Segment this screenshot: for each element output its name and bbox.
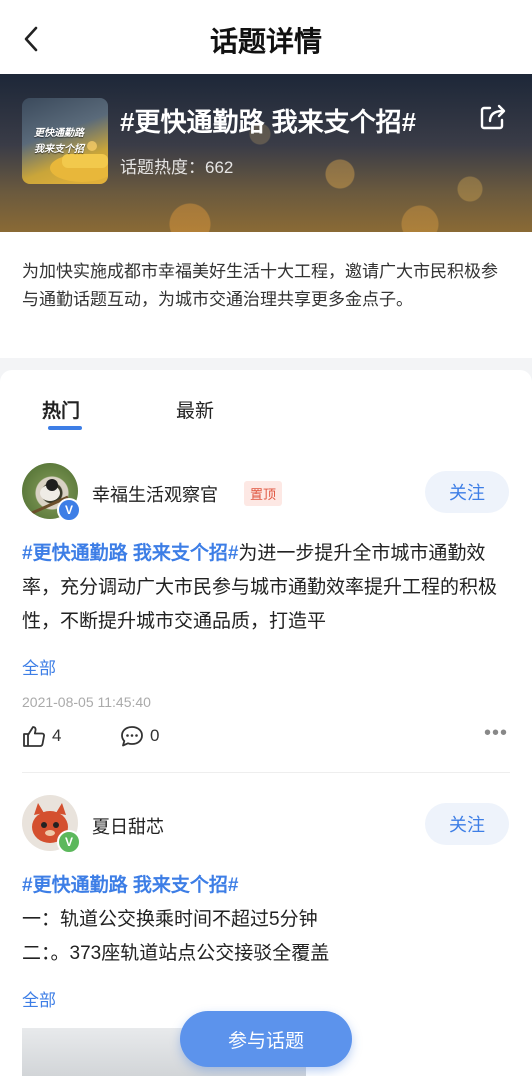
like-count: 4 — [52, 726, 62, 745]
topic-heat: 话题热度：662 — [120, 158, 234, 177]
cover-text-line2: 我来支个招 — [34, 144, 84, 155]
topic-tag-link[interactable]: #更快通勤路 我来支个招# — [22, 875, 238, 896]
comment-icon — [121, 726, 143, 747]
post-content[interactable]: #更快通勤路 我来支个招#为进一步提升全市城市通勤效率，充分调动广大市民参与城市… — [22, 537, 512, 639]
post-time: 2021-08-05 11:45:40 — [22, 694, 151, 710]
comment-button[interactable]: 0 — [120, 725, 159, 747]
share-button[interactable] — [478, 102, 508, 132]
topic-banner: 更快通勤路 我来支个招 #更快通勤路 我来支个招# 话题热度：662 — [0, 74, 532, 232]
post-line: 二：。373座轨道站点公交接驳全覆盖 — [22, 943, 330, 964]
verified-badge: V — [57, 498, 81, 522]
tab-latest[interactable]: 最新 — [176, 396, 214, 423]
username[interactable]: 夏日甜芯 — [92, 813, 164, 839]
topic-title: #更快通勤路 我来支个招# — [120, 107, 417, 137]
username[interactable]: 幸福生活观察官 — [92, 481, 218, 507]
post-divider — [22, 772, 510, 773]
post-content[interactable]: #更快通勤路 我来支个招# 一：轨道公交换乘时间不超过5分钟 二：。373座轨道… — [22, 869, 512, 971]
cover-text-line1: 更快通勤路 — [34, 128, 84, 139]
like-button[interactable]: 4 — [22, 725, 61, 747]
topic-tag-link[interactable]: #更快通勤路 我来支个招# — [22, 543, 238, 564]
post-feed: 热门 最新 V 幸福生活观察官 置顶 关注 #更快通勤路 我来支个招#为进一步提… — [0, 370, 532, 1076]
more-options-icon[interactable]: ••• — [484, 722, 508, 745]
share-icon — [480, 104, 506, 130]
active-tab-indicator — [48, 426, 82, 430]
expand-link[interactable]: 全部 — [22, 654, 56, 679]
thumbs-up-icon — [23, 726, 45, 747]
verified-badge: V — [57, 830, 81, 854]
page-title: 话题详情 — [209, 26, 322, 57]
topic-cover-image: 更快通勤路 我来支个招 — [22, 98, 108, 184]
expand-link[interactable]: 全部 — [22, 986, 56, 1011]
nav-bar: 话题详情 — [0, 0, 532, 74]
tab-hot[interactable]: 热门 — [42, 396, 80, 423]
post-line: 一：轨道公交换乘时间不超过5分钟 — [22, 909, 318, 930]
topic-intro: 为加快实施成都市幸福美好生活十大工程，邀请广大市民积极参与通勤话题互动，为城市交… — [0, 232, 532, 358]
intro-text: 为加快实施成都市幸福美好生活十大工程，邀请广大市民积极参与通勤话题互动，为城市交… — [22, 262, 498, 309]
follow-button[interactable]: 关注 — [425, 471, 509, 513]
pinned-badge: 置顶 — [244, 481, 283, 506]
comment-count: 0 — [150, 726, 160, 745]
join-topic-button[interactable]: 参与话题 — [180, 1011, 352, 1067]
follow-button[interactable]: 关注 — [425, 803, 509, 845]
